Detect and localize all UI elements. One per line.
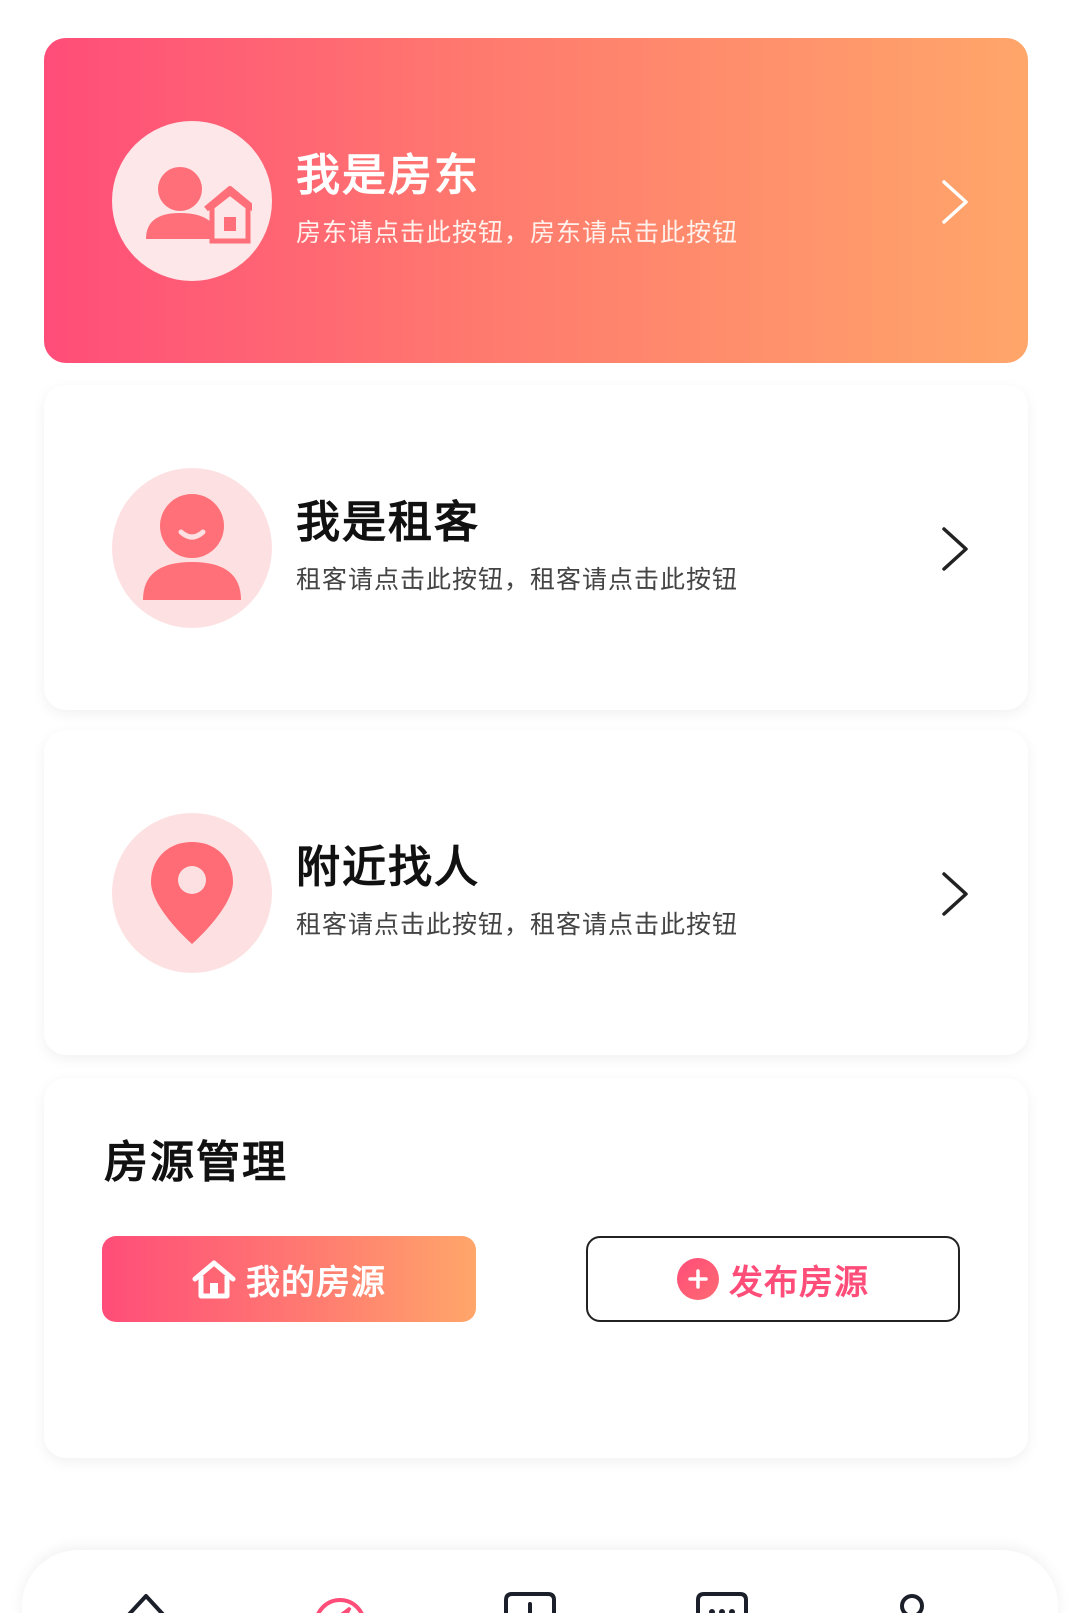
chevron-right-icon	[942, 180, 968, 224]
nearby-subtitle: 租客请点击此按钮，租客请点击此按钮	[296, 910, 739, 939]
my-listings-button[interactable]: 我的房源	[102, 1236, 476, 1322]
nearby-title: 附近找人	[296, 842, 480, 893]
landlord-title: 我是房东	[296, 150, 480, 201]
chevron-right-icon	[942, 872, 968, 916]
nearby-card[interactable]: 附近找人 租客请点击此按钮，租客请点击此按钮	[44, 730, 1028, 1055]
tenant-avatar	[112, 468, 272, 628]
section-title: 房源管理	[104, 1137, 288, 1188]
page: 我是房东 房东请点击此按钮，房东请点击此按钮 我是租客 租客请点击此按钮，租客请…	[0, 0, 1080, 1613]
message-icon[interactable]	[694, 1590, 750, 1613]
bottom-tab-bar	[22, 1550, 1058, 1613]
landlord-house-icon	[146, 167, 252, 244]
publish-label: 发布房源	[729, 1262, 869, 1303]
chevron-right-icon	[942, 527, 968, 571]
listing-management-section: 房源管理 我的房源 发布房源	[44, 1078, 1028, 1458]
my-listings-label: 我的房源	[246, 1262, 386, 1303]
landlord-card[interactable]: 我是房东 房东请点击此按钮，房东请点击此按钮	[44, 38, 1028, 363]
plus-circle-icon	[677, 1258, 719, 1300]
tenant-subtitle: 租客请点击此按钮，租客请点击此按钮	[296, 565, 739, 594]
landlord-avatar	[112, 121, 272, 281]
tenant-title: 我是租客	[296, 497, 480, 548]
nearby-avatar	[112, 813, 272, 973]
tenant-person-icon	[143, 494, 241, 600]
landlord-subtitle: 房东请点击此按钮，房东请点击此按钮	[296, 218, 739, 247]
location-pin-icon	[151, 842, 233, 944]
compass-icon[interactable]	[312, 1590, 368, 1613]
tenant-card[interactable]: 我是租客 租客请点击此按钮，租客请点击此按钮	[44, 385, 1028, 710]
home-icon	[192, 1260, 236, 1299]
profile-icon[interactable]	[884, 1590, 940, 1613]
home-icon[interactable]	[118, 1590, 174, 1613]
publish-listing-button[interactable]: 发布房源	[586, 1236, 960, 1322]
add-square-icon[interactable]	[502, 1590, 558, 1613]
